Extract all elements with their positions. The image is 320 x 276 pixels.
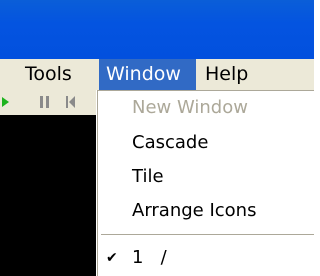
menu-item-arrange-icons[interactable]: Arrange Icons xyxy=(132,199,256,223)
skip-back-icon[interactable] xyxy=(64,93,78,111)
menu-help[interactable]: Help xyxy=(198,59,255,90)
play-icon[interactable] xyxy=(2,93,12,111)
checkmark-icon: ✔ xyxy=(106,250,118,266)
media-toolbar xyxy=(0,90,96,115)
menu-item-tile[interactable]: Tile xyxy=(132,165,164,189)
menu-bar: Tools Window Help xyxy=(0,59,314,90)
menu-window[interactable]: Window xyxy=(99,59,196,90)
window-titlebar xyxy=(0,0,314,59)
menu-separator xyxy=(101,234,314,235)
menu-tools[interactable]: Tools xyxy=(18,59,79,90)
window-menu-dropdown: New Window Cascade Tile Arrange Icons ✔ … xyxy=(97,90,314,276)
menu-item-cascade[interactable]: Cascade xyxy=(132,131,208,155)
menu-item-window-1[interactable]: 1 / xyxy=(132,246,167,270)
pause-icon[interactable] xyxy=(38,93,52,111)
content-area xyxy=(0,90,96,276)
menu-item-new-window: New Window xyxy=(132,97,248,118)
